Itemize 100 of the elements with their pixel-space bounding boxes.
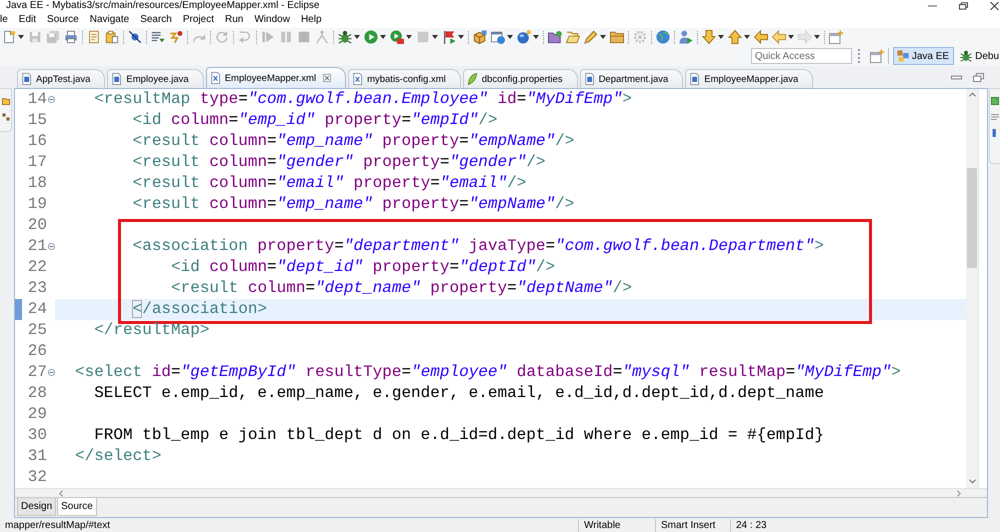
maximize-icon[interactable] [973,73,984,82]
chevron-left-icon[interactable] [59,490,63,496]
globe-icon[interactable] [656,30,670,44]
status-field: 24 : 23 [730,518,803,532]
grid-icon[interactable] [2,113,10,121]
document-icon[interactable] [87,30,101,44]
list-icon[interactable] [151,30,165,44]
quick-access-field[interactable]: Quick Access [750,48,852,64]
caret-icon[interactable] [380,35,386,39]
menu-item[interactable]: Edit [13,12,42,27]
editor-tab[interactable]: mybatis-config.xml [348,69,461,88]
window-globe-icon[interactable] [491,30,505,44]
printer-icon[interactable] [64,30,78,44]
pencil-icon[interactable] [584,30,598,44]
perspective-button[interactable]: Debu [956,47,1000,65]
line-number: 29 [26,404,47,425]
menu-item[interactable]: Navigate [84,12,135,27]
line-number: 16 [26,131,47,152]
sphere-icon[interactable] [517,30,531,44]
lines-icon[interactable] [991,113,999,121]
play-circle-icon[interactable] [364,30,378,44]
horizontal-scrollbar[interactable] [15,488,987,497]
folder-icon[interactable] [610,30,624,44]
window-plus-icon[interactable] [870,49,884,63]
line-number: 22 [26,257,47,278]
editor-tab[interactable]: Employee.java [107,69,204,88]
scrollbar-thumb[interactable] [967,168,977,268]
clipboard-icon[interactable] [105,30,119,44]
bar-icon[interactable] [991,129,999,137]
editor-tab[interactable]: EmployeeMapper.xml [206,67,346,88]
box-icon[interactable] [473,30,487,44]
play-toolbox-icon[interactable] [390,30,404,44]
line-number: 18 [26,173,47,194]
zigzag-icon[interactable] [169,30,183,44]
line-number: 32 [26,467,47,488]
arrow-up-icon[interactable] [728,30,742,44]
crossed-dot-icon[interactable] [128,30,142,44]
restore-icon[interactable] [959,2,968,10]
menu-item[interactable]: Source [42,12,84,27]
minus-circle-icon[interactable] [48,369,54,376]
menu-item[interactable]: Window [248,12,296,27]
line-number: 24 [26,299,47,320]
flag-icon[interactable] [442,30,456,44]
caret-icon[interactable] [458,35,464,39]
menu-item[interactable]: le [0,12,14,27]
chevron-right-icon[interactable] [957,490,961,496]
line-number: 14 [26,89,47,110]
chevron-down-icon[interactable] [968,479,976,484]
arrow-left-icon[interactable] [754,30,768,44]
code-line: <result column="emp_name" property="empName"/> [132,132,574,150]
caret-icon[interactable] [788,35,794,39]
editor-tab[interactable]: EmployeeMapper.java [685,69,814,88]
caret-icon[interactable] [744,35,750,39]
file-icon [210,72,220,84]
folder-icon[interactable] [2,97,10,105]
file-icon [690,73,700,85]
file-icon [112,73,122,85]
caret-icon[interactable] [718,35,724,39]
editor-mode-tab[interactable]: Source [57,498,97,516]
file-icon [353,73,362,85]
minus-circle-icon[interactable] [48,243,54,250]
menu-item[interactable]: Run [220,12,249,27]
menu-item[interactable]: Help [295,12,328,27]
status-path: mapper/resultMap/#text [4,518,112,532]
window-plus-icon[interactable] [829,30,843,44]
cubes-icon [896,50,909,62]
close-icon[interactable] [990,2,999,10]
caret-icon[interactable] [354,35,360,39]
file-icon [584,73,594,85]
minus-circle-icon[interactable] [48,96,54,103]
caret-icon[interactable] [406,35,412,39]
open-folder-icon[interactable] [566,30,580,44]
file-icon [22,73,31,85]
menu-item[interactable]: Search [134,12,178,27]
line-number: 20 [26,215,47,236]
bug-icon[interactable] [338,30,352,44]
vertical-scrollbar[interactable] [966,89,978,488]
caret-icon[interactable] [600,35,606,39]
status-field: Smart Insert [655,518,730,532]
person-icon[interactable] [679,30,693,44]
editor-tab[interactable]: AppTest.java [17,69,106,88]
perspective-button[interactable]: Java EE [892,47,954,65]
editor-mode-tab[interactable]: Design [17,498,56,516]
menu-item[interactable]: Project [177,12,220,27]
caret-icon[interactable] [507,35,513,39]
grip-handle[interactable] [858,49,860,63]
caret-icon[interactable] [18,35,24,39]
code-line: </association> [75,300,268,318]
caret-icon[interactable] [533,35,539,39]
chevron-up-icon[interactable] [968,92,976,97]
code-line: <association property="department" javaType="com.gwolf.bean.Department"> [132,237,824,255]
editor-tab[interactable]: Department.java [580,69,684,88]
close-icon[interactable] [323,74,332,82]
folder-icon[interactable] [548,30,562,44]
editor-tab[interactable]: dbconfig.properties [462,69,578,88]
new-document-icon[interactable] [2,30,16,44]
arrow-down-icon[interactable] [702,30,716,44]
line-number: 27 [26,362,47,383]
code-line: <id column="dept_id" property="deptId"/> [170,258,556,276]
code-line: </select> [75,447,162,465]
